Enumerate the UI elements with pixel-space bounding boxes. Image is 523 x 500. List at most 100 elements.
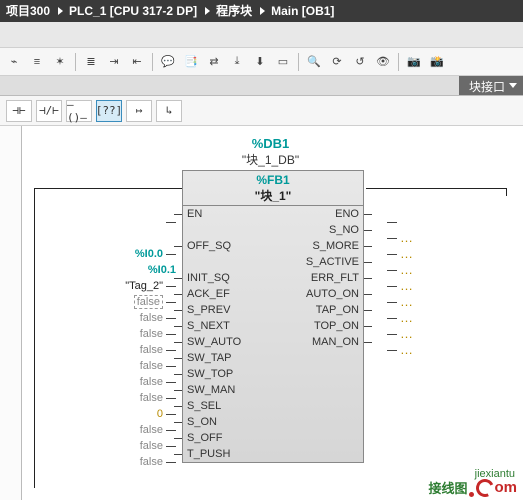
watermark: 接线图 om — [428, 478, 517, 497]
toolbar: ⌁≡✶ ≣⇥⇤ 💬📑⇄⤓⬇▭ 🔍⟳↺👁 📷📸 — [0, 48, 523, 76]
comment-icon[interactable]: 💬 — [158, 52, 178, 72]
output-pin[interactable]: S_NO — [273, 222, 363, 238]
output-value[interactable]: … — [387, 326, 499, 342]
chevron-right-icon — [205, 7, 210, 15]
input-value[interactable]: "Tag_2" — [44, 278, 176, 294]
separator — [152, 53, 153, 71]
input-value[interactable]: false — [44, 374, 176, 390]
input-value[interactable]: false — [44, 342, 176, 358]
input-value[interactable] — [44, 214, 176, 230]
separator — [75, 53, 76, 71]
input-value[interactable]: false — [44, 294, 176, 310]
crumb-block[interactable]: Main [OB1] — [271, 0, 334, 22]
separator — [298, 53, 299, 71]
tag-sync-icon[interactable]: ⇄ — [204, 52, 224, 72]
tag-db-icon[interactable]: 📑 — [181, 52, 201, 72]
output-pin[interactable]: ERR_FLT — [273, 270, 363, 286]
block-interface-tab[interactable]: 块接口 — [459, 76, 523, 95]
output-value[interactable]: … — [387, 278, 499, 294]
output-value[interactable]: … — [387, 342, 499, 358]
output-pin[interactable]: S_ACTIVE — [273, 254, 363, 270]
input-pin[interactable]: INIT_SQ — [183, 270, 273, 286]
input-value[interactable]: false — [44, 358, 176, 374]
input-value[interactable]: false — [44, 454, 176, 470]
watermark-text: 接线图 — [428, 478, 467, 497]
palette-nc-contact[interactable]: ⊣/⊢ — [36, 100, 62, 122]
output-value[interactable]: … — [387, 294, 499, 310]
output-pin[interactable]: ENO — [273, 206, 363, 222]
output-pin[interactable]: TAP_ON — [273, 302, 363, 318]
box-icon[interactable]: ▭ — [273, 52, 293, 72]
palette-no-contact[interactable]: ⊣⊢ — [6, 100, 32, 122]
input-pin[interactable]: S_NEXT — [183, 318, 273, 334]
refresh-icon[interactable]: ⟳ — [327, 52, 347, 72]
input-value[interactable]: false — [44, 310, 176, 326]
input-pin[interactable]: SW_AUTO — [183, 334, 273, 350]
input-pin[interactable]: T_PUSH — [183, 446, 273, 462]
fb-type: %FB1 — [183, 173, 363, 187]
snapshot-icon[interactable]: 📷 — [404, 52, 424, 72]
input-value[interactable]: false — [44, 390, 176, 406]
palette-coil[interactable]: –()– — [66, 100, 92, 122]
tag-down-icon[interactable]: ⤓ — [227, 52, 247, 72]
input-value[interactable]: false — [44, 438, 176, 454]
outdent-icon[interactable]: ⇤ — [127, 52, 147, 72]
output-pin[interactable]: TOP_ON — [273, 318, 363, 334]
db-name: "块_1_DB" — [22, 151, 519, 168]
breadcrumb: 项目300 PLC_1 [CPU 317-2 DP] 程序块 Main [OB1… — [0, 0, 523, 22]
output-value[interactable]: … — [387, 310, 499, 326]
input-pin[interactable] — [183, 254, 273, 270]
watermark-sub: jiexiantu — [475, 468, 515, 480]
gutter — [0, 126, 22, 500]
input-pin[interactable]: SW_TOP — [183, 366, 273, 382]
validate-icon[interactable]: ✶ — [50, 52, 70, 72]
input-pin[interactable]: S_ON — [183, 414, 273, 430]
chevron-right-icon — [260, 7, 265, 15]
output-pin[interactable]: MAN_ON — [273, 334, 363, 350]
db-header: %DB1 — [22, 136, 519, 151]
input-value[interactable] — [44, 230, 176, 246]
compare-icon[interactable]: ≡ — [27, 52, 47, 72]
crumb-folder[interactable]: 程序块 — [216, 0, 252, 22]
palette-empty-box[interactable]: [??] — [96, 100, 122, 122]
download-icon[interactable]: ⬇ — [250, 52, 270, 72]
fb-name: "块_1" — [183, 187, 363, 204]
output-pin[interactable]: S_MORE — [273, 238, 363, 254]
input-value[interactable]: false — [44, 422, 176, 438]
input-pin[interactable]: ACK_EF — [183, 286, 273, 302]
output-value[interactable]: … — [387, 262, 499, 278]
list-icon[interactable]: ≣ — [81, 52, 101, 72]
input-value[interactable]: %I0.0 — [44, 246, 176, 262]
snapshot2-icon[interactable]: 📸 — [427, 52, 447, 72]
input-pin[interactable]: S_OFF — [183, 430, 273, 446]
indent-icon[interactable]: ⇥ — [104, 52, 124, 72]
find-icon[interactable]: 🔍 — [304, 52, 324, 72]
crumb-plc[interactable]: PLC_1 [CPU 317-2 DP] — [69, 0, 197, 22]
lad-palette: ⊣⊢⊣/⊢–()–[??]↦↳ — [0, 96, 523, 126]
palette-open-branch[interactable]: ↦ — [126, 100, 152, 122]
restore-icon[interactable]: ↺ — [350, 52, 370, 72]
fb-call-box[interactable]: %FB1 "块_1" ENOFF_SQINIT_SQACK_EFS_PREVS_… — [182, 170, 364, 463]
editor-canvas[interactable]: %DB1 "块_1_DB" %FB1 "块_1" EN OFF_SQ INIT_SQ… — [0, 126, 523, 500]
interface-row: 块接口 — [0, 76, 523, 96]
input-pin[interactable]: S_PREV — [183, 302, 273, 318]
input-value[interactable]: %I0.1 — [44, 262, 176, 278]
monitor-icon[interactable]: 👁 — [373, 52, 393, 72]
wire-icon[interactable]: ⌁ — [4, 52, 24, 72]
input-pin[interactable]: EN — [183, 206, 273, 222]
input-pin[interactable] — [183, 222, 273, 238]
output-pin[interactable]: AUTO_ON — [273, 286, 363, 302]
input-value[interactable]: 0 — [44, 406, 176, 422]
crumb-project[interactable]: 项目300 — [6, 0, 50, 22]
spacer — [0, 22, 523, 48]
input-value[interactable]: false — [44, 326, 176, 342]
output-value[interactable] — [387, 214, 499, 230]
output-value[interactable]: … — [387, 230, 499, 246]
input-pin[interactable]: SW_TAP — [183, 350, 273, 366]
input-pin[interactable]: S_SEL — [183, 398, 273, 414]
palette-close-branch[interactable]: ↳ — [156, 100, 182, 122]
output-value[interactable]: … — [387, 246, 499, 262]
input-pin[interactable]: SW_MAN — [183, 382, 273, 398]
input-pin[interactable]: OFF_SQ — [183, 238, 273, 254]
wire — [34, 188, 184, 189]
